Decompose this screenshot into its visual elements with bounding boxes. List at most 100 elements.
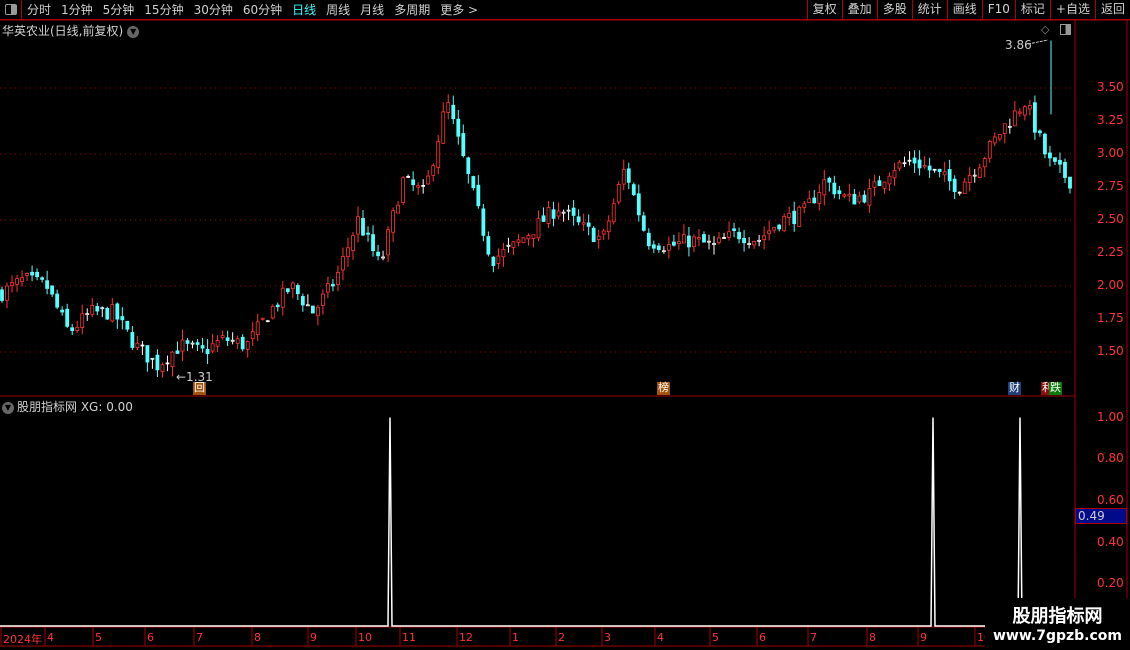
- candle-body: [972, 174, 977, 177]
- date-tick: 12: [459, 631, 473, 644]
- candle-body: [416, 185, 421, 188]
- candle-body: [762, 235, 767, 240]
- candle-body: [902, 162, 907, 165]
- candle-body: [616, 184, 621, 203]
- candle-body: [496, 255, 501, 264]
- date-tick: 7: [810, 631, 817, 644]
- candle-body: [1033, 102, 1037, 133]
- price-tick: 3.25: [1097, 113, 1124, 127]
- candle-body: [310, 305, 315, 314]
- candle-body: [165, 362, 170, 365]
- candle-body: [245, 341, 250, 350]
- candle-body: [25, 273, 29, 276]
- candle-body: [742, 237, 746, 244]
- candle-body: [656, 245, 661, 250]
- candle-body: [65, 308, 70, 327]
- chevron-down-icon[interactable]: ▼: [2, 401, 14, 414]
- candle-body: [687, 235, 691, 248]
- candle-body: [426, 175, 431, 185]
- candle-body: [361, 218, 365, 236]
- candle-body: [641, 215, 646, 231]
- candle-body: [30, 271, 34, 276]
- indicator-tick: 0.60: [1097, 492, 1124, 507]
- candle-body: [732, 228, 736, 232]
- candle-body: [917, 159, 922, 169]
- candle-body: [130, 332, 135, 348]
- candle-body: [666, 244, 671, 251]
- candle-body: [115, 303, 120, 320]
- candle-body: [10, 282, 14, 287]
- candle-body: [757, 239, 762, 242]
- price-tick: 2.00: [1097, 278, 1124, 292]
- candle-body: [466, 157, 471, 174]
- candle-body: [882, 181, 887, 189]
- indicator-tick: 1.00: [1097, 409, 1124, 424]
- candle-body: [336, 272, 340, 285]
- candle-body: [295, 285, 300, 295]
- candle-body: [506, 244, 511, 247]
- candle-body: [481, 208, 486, 236]
- candle-body: [536, 218, 541, 239]
- price-tick: 3.50: [1097, 80, 1124, 94]
- indicator-title-text: 股朋指标网 XG: 0.00: [17, 400, 133, 414]
- candle-body: [451, 104, 456, 120]
- candle-body: [190, 342, 195, 345]
- date-tick: 9: [920, 631, 927, 644]
- candle-body: [1058, 159, 1062, 165]
- candle-body: [346, 247, 350, 258]
- date-tick: 2024年: [3, 633, 42, 646]
- candle-body: [431, 165, 436, 176]
- cai-marker[interactable]: 财: [1008, 382, 1021, 395]
- candle-body: [145, 345, 150, 363]
- candle-body: [210, 343, 215, 352]
- die-marker[interactable]: 跌: [1049, 382, 1062, 395]
- candle-body: [270, 305, 275, 319]
- candle-body: [601, 230, 606, 235]
- date-tick: 8: [869, 631, 876, 644]
- candle-body: [1007, 125, 1012, 128]
- candle-body: [456, 118, 461, 137]
- candle-body: [1068, 176, 1072, 189]
- date-tick: 1: [512, 631, 519, 644]
- watermark-name: 股朋指标网: [1012, 606, 1103, 627]
- candle-body: [611, 203, 616, 223]
- candle-body: [501, 248, 506, 258]
- candle-body: [957, 191, 962, 194]
- date-tick: 5: [95, 631, 102, 644]
- candle-body: [842, 194, 847, 197]
- indicator-title[interactable]: ▼ 股朋指标网 XG: 0.00: [2, 398, 133, 415]
- candle-body: [877, 180, 882, 187]
- candle-body: [892, 170, 897, 179]
- candle-body: [40, 277, 45, 280]
- candle-body: [95, 306, 100, 312]
- price-tick: 2.25: [1097, 245, 1124, 259]
- date-tick: 7: [196, 631, 203, 644]
- diamond-icon[interactable]: ◇: [1041, 23, 1049, 36]
- candle-body: [55, 293, 60, 308]
- candle-body: [697, 237, 701, 240]
- panel-toggle-icon[interactable]: [1060, 24, 1071, 35]
- candle-body: [80, 313, 85, 329]
- candle-body: [356, 216, 360, 235]
- candle-body: [822, 179, 827, 196]
- candle-body: [321, 293, 325, 306]
- candle-body: [265, 320, 270, 323]
- candle-body: [677, 241, 681, 245]
- candle-body: [747, 243, 751, 245]
- kline-chart[interactable]: [0, 0, 1130, 650]
- candle-body: [250, 331, 255, 340]
- date-tick: 2: [558, 631, 565, 644]
- candle-body: [576, 216, 581, 223]
- candle-body: [326, 283, 330, 293]
- bang-marker[interactable]: 榜: [657, 382, 670, 395]
- candle-body: [331, 283, 335, 287]
- candle-body: [391, 210, 395, 233]
- hui-marker[interactable]: 回: [193, 382, 206, 395]
- candle-body: [531, 234, 536, 239]
- candle-body: [862, 194, 867, 203]
- candle-body: [100, 307, 105, 310]
- candle-body: [135, 342, 140, 348]
- candle-body: [942, 171, 947, 176]
- candle-body: [110, 304, 115, 322]
- current-value-label: 0.49: [1075, 508, 1127, 524]
